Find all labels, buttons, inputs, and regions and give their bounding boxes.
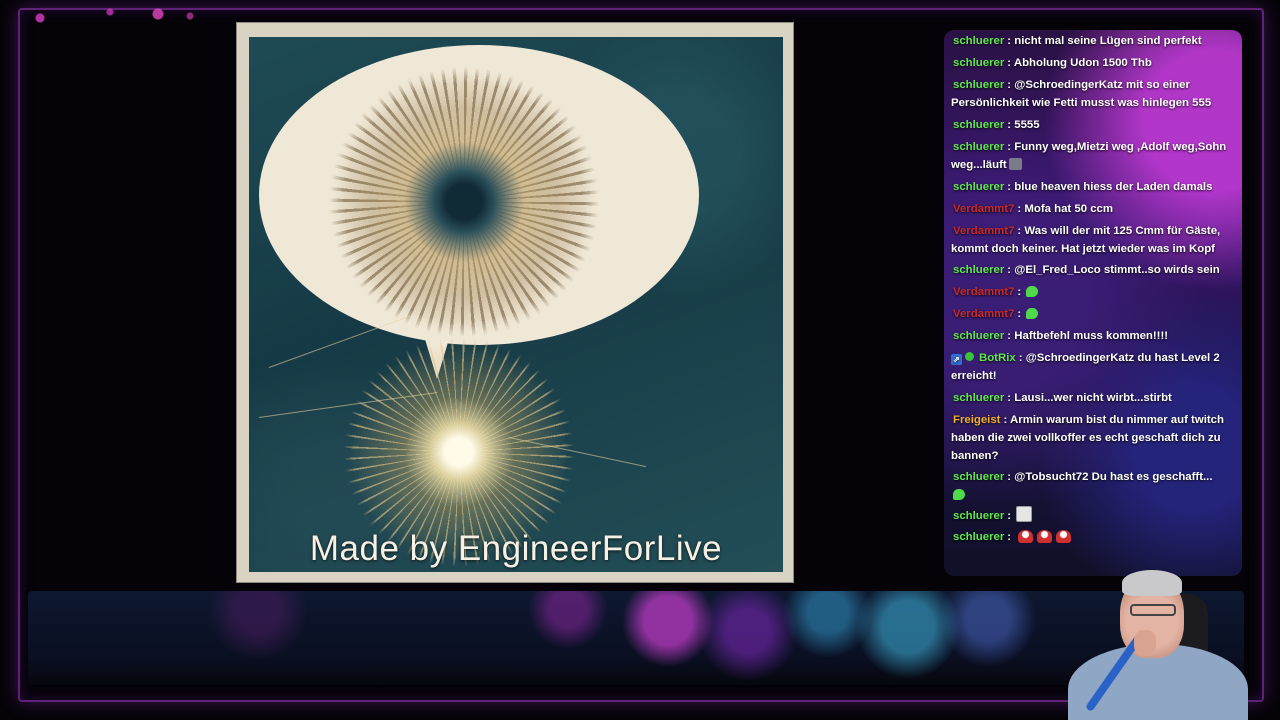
chat-message-text: blue heaven hiess der Laden damals xyxy=(1014,181,1213,193)
green-chat-emote-icon xyxy=(1026,286,1039,297)
box-emote-icon xyxy=(1008,158,1022,170)
chat-message-text: Mofa hat 50 ccm xyxy=(1024,203,1114,215)
verified-check-icon xyxy=(965,352,974,361)
chat-username[interactable]: BotRix xyxy=(977,352,1016,364)
chat-username[interactable]: schluerer xyxy=(951,181,1004,193)
chat-separator: : xyxy=(1007,531,1015,543)
chat-username[interactable]: schluerer xyxy=(951,79,1004,91)
chat-message: schluerer: xyxy=(951,528,1233,546)
red-emote-icon xyxy=(1037,530,1053,543)
ghost-emote-icon xyxy=(1016,506,1033,522)
chat-message: schluerer: Haftbefehl muss kommen!!!! xyxy=(951,327,1233,345)
chat-message-text: @Tobsucht72 Du hast es geschafft... xyxy=(1014,471,1213,483)
chat-username[interactable]: Verdammt7 xyxy=(951,225,1014,237)
chat-username[interactable]: Verdammt7 xyxy=(951,286,1014,298)
chat-username[interactable]: Verdammt7 xyxy=(951,203,1014,215)
chat-username[interactable]: schluerer xyxy=(951,471,1004,483)
chat-message-text: Lausi...wer nicht wirbt...stirbt xyxy=(1014,392,1172,404)
chat-message: schluerer: blue heaven hiess der Laden d… xyxy=(951,178,1233,196)
chat-username[interactable]: Freigeist xyxy=(951,414,1000,426)
artwork-panel: Made by EngineerForLive xyxy=(236,22,794,583)
chat-username[interactable]: schluerer xyxy=(951,392,1004,404)
glasses xyxy=(1130,604,1176,616)
chat-message-text: 5555 xyxy=(1014,119,1040,131)
artwork-caption: Made by EngineerForLive xyxy=(309,529,723,568)
bot-badge-icon: ⇗ xyxy=(951,354,962,365)
chat-message: schluerer: nicht mal seine Lügen sind pe… xyxy=(951,32,1233,50)
chat-message: Verdammt7: xyxy=(951,283,1233,301)
chat-message: ⇗ BotRix: @SchroedingerKatz du hast Level… xyxy=(951,349,1233,385)
red-emote-icon xyxy=(1018,530,1034,543)
chat-separator: : xyxy=(1007,510,1015,522)
chat-separator: : xyxy=(1018,352,1026,364)
burst-top xyxy=(329,67,599,337)
chat-separator: : xyxy=(1017,308,1025,320)
artwork-image xyxy=(249,37,783,572)
chat-message: schluerer: Lausi...wer nicht wirbt...sti… xyxy=(951,389,1233,407)
chat-message: Freigeist: Armin warum bist du nimmer au… xyxy=(951,411,1233,465)
chat-username[interactable]: schluerer xyxy=(951,264,1004,276)
chat-message: schluerer: xyxy=(951,506,1233,525)
chat-message: schluerer: @SchroedingerKatz mit so eine… xyxy=(951,76,1233,112)
person-hand xyxy=(1134,630,1156,656)
person-hair xyxy=(1122,570,1182,596)
chat-message: schluerer: Abholung Udon 1500 Thb xyxy=(951,54,1233,72)
chat-message: Verdammt7: xyxy=(951,305,1233,323)
red-emote-icon xyxy=(1056,530,1072,543)
chat-message: Verdammt7: Mofa hat 50 ccm xyxy=(951,200,1233,218)
chat-username[interactable]: Verdammt7 xyxy=(951,308,1014,320)
green-chat-emote-icon xyxy=(1026,308,1039,319)
chat-message-text: Abholung Udon 1500 Thb xyxy=(1013,57,1152,69)
chat-message: schluerer: 5555 xyxy=(951,116,1233,134)
chat-username[interactable]: schluerer xyxy=(951,119,1004,131)
chat-message-text: nicht mal seine Lügen sind perfekt xyxy=(1014,35,1202,47)
chat-separator: : xyxy=(1017,286,1025,298)
chat-message-text: @El_Fred_Loco stimmt..so wirds sein xyxy=(1014,264,1220,276)
chat-message: schluerer: Funny weg,Mietzi weg ,Adolf w… xyxy=(951,138,1233,174)
chat-message-text: Haftbefehl muss kommen!!!! xyxy=(1014,330,1169,342)
chat-message: schluerer: @Tobsucht72 Du hast es gescha… xyxy=(951,468,1233,504)
chat-username[interactable]: schluerer xyxy=(951,57,1004,69)
chat-message: schluerer: @El_Fred_Loco stimmt..so wird… xyxy=(951,261,1233,279)
chat-username[interactable]: schluerer xyxy=(951,141,1004,153)
chat-username[interactable]: schluerer xyxy=(951,510,1004,522)
chat-username[interactable]: schluerer xyxy=(951,531,1004,543)
chat-username[interactable]: schluerer xyxy=(951,330,1004,342)
chat-message: Verdammt7: Was will der mit 125 Cmm für … xyxy=(951,222,1233,258)
chat-panel[interactable]: schluerer: nicht mal seine Lügen sind pe… xyxy=(944,30,1242,576)
chat-username[interactable]: schluerer xyxy=(951,35,1004,47)
green-chat-emote-icon xyxy=(953,489,965,500)
webcam-feed xyxy=(1058,564,1254,720)
